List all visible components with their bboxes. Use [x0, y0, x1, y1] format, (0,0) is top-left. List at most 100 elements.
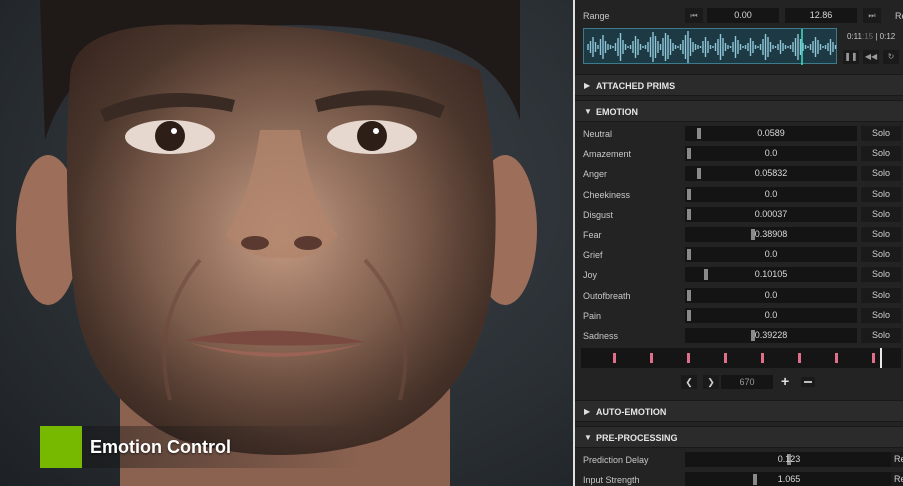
time-readout: 0:11:15 | 0:12 [847, 32, 895, 41]
pre-processing-value: 0.123 [777, 454, 801, 464]
emotion-value: 0.0 [764, 290, 778, 300]
solo-button[interactable]: Solo [861, 308, 901, 323]
keyframe-marker[interactable] [687, 353, 690, 363]
emotion-value: 0.10105 [754, 269, 788, 279]
caption-text: Emotion Control [90, 436, 231, 457]
viewport[interactable]: Emotion Control [0, 0, 573, 486]
solo-button[interactable]: Solo [861, 328, 901, 343]
section-title: PRE-PROCESSING [596, 433, 678, 443]
keyframe-marker[interactable] [872, 353, 875, 363]
emotion-label: Pain [583, 311, 602, 321]
collapse-arrow-icon: ▼ [584, 433, 592, 442]
pre-processing-slider[interactable]: 0.123 [685, 452, 893, 467]
emotion-value: 0.0 [764, 189, 778, 199]
prev-key-button[interactable]: ❮ [681, 375, 697, 389]
emotion-label: Outofbreath [583, 291, 631, 301]
skip-end-button[interactable]: ⏭ [863, 8, 881, 23]
emotion-slider[interactable]: 0.39228 [685, 328, 857, 343]
next-key-button[interactable]: ❯ [703, 375, 719, 389]
keyframe-marker[interactable] [650, 353, 653, 363]
section-title: EMOTION [596, 107, 638, 117]
reset-button-clipped[interactable]: Res [891, 472, 903, 486]
add-key-button[interactable]: + [781, 373, 789, 389]
audio-waveform[interactable] [583, 28, 837, 65]
emotion-label: Cheekiness [583, 190, 631, 200]
range-start-field[interactable]: 0.00 [707, 8, 779, 23]
emotion-slider[interactable]: 0.38908 [685, 227, 857, 242]
emotion-slider[interactable]: 0.05832 [685, 166, 857, 181]
expand-arrow-icon: ▶ [584, 407, 591, 416]
emotion-label: Fear [583, 230, 602, 240]
keyframe-marker[interactable] [724, 353, 727, 363]
keyframe-marker[interactable] [613, 353, 616, 363]
emotion-keyframe-strip[interactable] [581, 348, 901, 368]
section-attached-prims[interactable]: ▶ ATTACHED PRIMS [575, 74, 903, 96]
emotion-label: Sadness [583, 331, 619, 341]
emotion-slider[interactable]: 0.0 [685, 288, 857, 303]
emotion-slider[interactable]: 0.0589 [685, 126, 857, 141]
emotion-value: 0.0589 [757, 128, 785, 138]
emotion-value: 0.39228 [754, 330, 788, 340]
solo-button[interactable]: Solo [861, 146, 901, 161]
skip-start-button[interactable]: ⏮ [685, 8, 703, 23]
emotion-slider[interactable]: 0.0 [685, 187, 857, 202]
pre-processing-label: Prediction Delay [583, 455, 649, 465]
emotion-label: Joy [583, 270, 598, 280]
pre-processing-label: Input Strength [583, 475, 640, 485]
reset-button-clipped[interactable]: Res [895, 11, 903, 21]
emotion-slider[interactable]: 0.0 [685, 308, 857, 323]
pause-button[interactable]: ❚❚ [843, 50, 859, 64]
keyframe-marker[interactable] [761, 353, 764, 363]
emotion-value: 0.38908 [754, 229, 788, 239]
emotion-slider[interactable]: 0.0 [685, 247, 857, 262]
solo-button[interactable]: Solo [861, 126, 901, 141]
emotion-label: Neutral [583, 129, 613, 139]
section-emotion[interactable]: ▼ EMOTION [575, 100, 903, 122]
expand-arrow-icon: ▶ [584, 81, 591, 90]
emotion-label: Amazement [583, 149, 632, 159]
range-end-field[interactable]: 12.86 [785, 8, 857, 23]
caption-bar: Emotion Control [40, 426, 363, 468]
rewind-button[interactable]: ◀◀ [863, 50, 879, 64]
solo-button[interactable]: Solo [861, 288, 901, 303]
remove-key-button[interactable] [801, 377, 815, 387]
emotion-slider[interactable]: 0.0 [685, 146, 857, 161]
time-total: 0:12 [879, 32, 896, 41]
audio2face-panel: Range ⏮ 0.00 12.86 ⏭ Res 0:11:15 | 0:12 … [573, 0, 903, 486]
emotion-value: 0.00037 [754, 209, 788, 219]
range-label: Range [583, 11, 610, 21]
time-separator: | [875, 32, 878, 41]
keyframe-playhead[interactable] [880, 348, 882, 368]
pre-processing-value: 1.065 [777, 474, 801, 484]
reset-button-clipped[interactable]: Res [891, 452, 903, 467]
section-auto-emotion[interactable]: ▶ AUTO-EMOTION [575, 400, 903, 422]
solo-button[interactable]: Solo [861, 166, 901, 181]
emotion-value: 0.0 [764, 148, 778, 158]
emotion-label: Grief [583, 250, 603, 260]
solo-button[interactable]: Solo [861, 227, 901, 242]
keyframe-marker[interactable] [798, 353, 801, 363]
time-frames: :15 [861, 32, 874, 41]
frame-field[interactable]: 670 [721, 375, 773, 389]
loop-button[interactable]: ↻ [883, 50, 899, 64]
emotion-value: 0.0 [764, 310, 778, 320]
solo-button[interactable]: Solo [861, 267, 901, 282]
collapse-arrow-icon: ▼ [584, 107, 592, 116]
emotion-value: 0.0 [764, 249, 778, 259]
minus-icon [804, 381, 812, 383]
emotion-value: 0.05832 [754, 168, 788, 178]
solo-button[interactable]: Solo [861, 187, 901, 202]
emotion-slider[interactable]: 0.00037 [685, 207, 857, 222]
solo-button[interactable]: Solo [861, 247, 901, 262]
emotion-slider[interactable]: 0.10105 [685, 267, 857, 282]
emotion-label: Disgust [583, 210, 614, 220]
solo-button[interactable]: Solo [861, 207, 901, 222]
keyframe-marker[interactable] [835, 353, 838, 363]
pre-processing-slider[interactable]: 1.065 [685, 472, 893, 486]
emotion-label: Anger [583, 169, 608, 179]
section-title: ATTACHED PRIMS [596, 81, 676, 91]
section-pre-processing[interactable]: ▼ PRE-PROCESSING [575, 426, 903, 448]
time-current: 0:11 [847, 32, 862, 41]
section-title: AUTO-EMOTION [596, 407, 667, 417]
brand-logo-square [40, 426, 82, 468]
